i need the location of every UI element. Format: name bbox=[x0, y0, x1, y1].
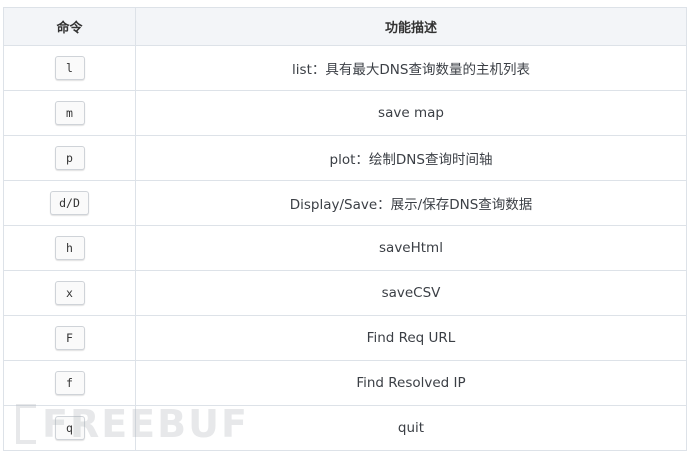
key-badge: f bbox=[54, 371, 85, 395]
key-badge: F bbox=[54, 326, 85, 350]
table-row: p plot：绘制DNS查询时间轴 bbox=[3, 135, 687, 181]
command-cell: q bbox=[3, 405, 136, 451]
key-badge: q bbox=[54, 416, 85, 440]
table-row: d/D Display/Save：展示/保存DNS查询数据 bbox=[3, 180, 687, 226]
command-cell: d/D bbox=[3, 180, 136, 226]
command-cell: h bbox=[3, 225, 136, 271]
table-row: f Find Resolved IP bbox=[3, 360, 687, 406]
table-row: F Find Req URL bbox=[3, 315, 687, 361]
command-cell: m bbox=[3, 90, 136, 136]
description-cell: plot：绘制DNS查询时间轴 bbox=[135, 135, 687, 181]
key-badge: l bbox=[54, 56, 85, 80]
table-row: x saveCSV bbox=[3, 270, 687, 316]
description-cell: saveCSV bbox=[135, 270, 687, 316]
description-cell: Find Req URL bbox=[135, 315, 687, 361]
description-cell: saveHtml bbox=[135, 225, 687, 271]
description-cell: quit bbox=[135, 405, 687, 451]
command-cell: p bbox=[3, 135, 136, 181]
header-description: 功能描述 bbox=[135, 7, 687, 46]
description-cell: list：具有最大DNS查询数量的主机列表 bbox=[135, 45, 687, 91]
table-row: m save map bbox=[3, 90, 687, 136]
table-row: q quit bbox=[3, 405, 687, 451]
table-header-row: 命令 功能描述 bbox=[3, 7, 687, 46]
description-cell: Display/Save：展示/保存DNS查询数据 bbox=[135, 180, 687, 226]
table-row: l list：具有最大DNS查询数量的主机列表 bbox=[3, 45, 687, 91]
description-cell: Find Resolved IP bbox=[135, 360, 687, 406]
command-cell: x bbox=[3, 270, 136, 316]
description-cell: save map bbox=[135, 90, 687, 136]
header-command: 命令 bbox=[3, 7, 136, 46]
key-badge: d/D bbox=[50, 191, 89, 215]
command-table: 命令 功能描述 l list：具有最大DNS查询数量的主机列表 m save m… bbox=[3, 7, 687, 451]
command-cell: F bbox=[3, 315, 136, 361]
key-badge: m bbox=[54, 101, 85, 125]
key-badge: p bbox=[54, 146, 85, 170]
command-cell: f bbox=[3, 360, 136, 406]
key-badge: x bbox=[54, 281, 85, 305]
table-row: h saveHtml bbox=[3, 225, 687, 271]
command-cell: l bbox=[3, 45, 136, 91]
key-badge: h bbox=[54, 236, 85, 260]
